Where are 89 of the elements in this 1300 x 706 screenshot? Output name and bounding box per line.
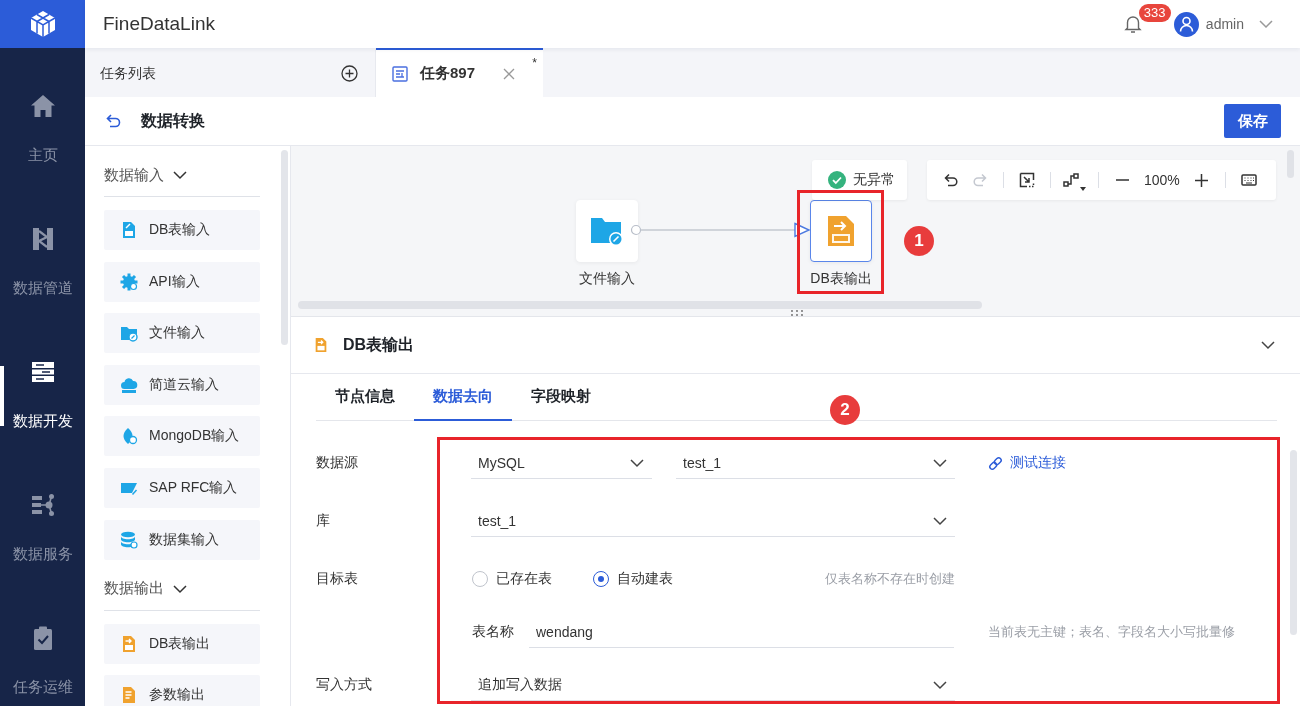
connector-icon: [1063, 172, 1079, 188]
palette-item[interactable]: 简道云输入: [104, 364, 260, 405]
home-icon: [29, 92, 56, 119]
radio-option[interactable]: 自动建表: [592, 570, 673, 588]
check-circle-icon: [828, 171, 846, 189]
document-icon: [120, 686, 138, 705]
chevron-down-icon: [933, 516, 947, 525]
field-label: 表名称: [471, 623, 515, 641]
annotation-number: 2: [830, 395, 860, 425]
field-label: 写入方式: [316, 676, 373, 694]
section-header[interactable]: 数据输入: [104, 146, 260, 197]
nav-item[interactable]: 数据管道: [0, 197, 85, 330]
nav-item[interactable]: 数据开发: [0, 330, 85, 463]
user-avatar-icon: [1173, 11, 1199, 37]
flow-node[interactable]: [810, 200, 872, 262]
scrollbar[interactable]: [281, 150, 288, 345]
scrollbar[interactable]: [298, 301, 982, 309]
field-label: 目标表: [316, 570, 359, 588]
palette-item[interactable]: DB表输入: [104, 210, 260, 250]
gear-icon: [120, 272, 138, 291]
dropdown[interactable]: MySQL: [471, 447, 652, 479]
palette-item[interactable]: DB表输出: [104, 623, 260, 664]
tab[interactable]: 节点信息: [316, 374, 414, 421]
database-document-icon: [120, 221, 138, 239]
dropdown[interactable]: test_1: [676, 447, 955, 479]
drag-handle-icon: [791, 310, 803, 316]
cube-logo-icon: [28, 10, 57, 38]
caret-icon: [1080, 187, 1086, 191]
zoom-level: 100%: [1143, 172, 1181, 188]
tab[interactable]: 数据去向: [414, 374, 512, 421]
node-label: DB表输出: [810, 270, 872, 288]
panel-title: DB表输出: [343, 334, 415, 355]
plus-icon: [1195, 173, 1209, 187]
annotation-number: 1: [904, 226, 934, 256]
test-connection-link[interactable]: 测试连接: [988, 454, 1066, 472]
section-header[interactable]: 数据输出: [104, 559, 260, 611]
chevron-down-icon: [933, 680, 947, 689]
user-menu[interactable]: admin: [1173, 11, 1273, 37]
document-arrow-icon: [313, 337, 329, 353]
notification-count: 333: [1138, 4, 1171, 22]
field-label: 数据源: [316, 454, 359, 472]
app-title: FineDataLink: [103, 13, 215, 35]
bell-icon[interactable]: [1122, 14, 1143, 34]
palette-item[interactable]: API输入: [104, 261, 260, 302]
minus-icon: [1115, 179, 1129, 181]
document-arrow-icon: [120, 634, 138, 653]
hint-text: 仅表名称不存在时创建: [825, 570, 955, 588]
palette-item[interactable]: 参数输出: [104, 675, 260, 706]
palette-item[interactable]: SAP RFC输入: [104, 467, 260, 508]
dropdown[interactable]: test_1: [471, 505, 955, 537]
keyboard-icon: [1240, 172, 1257, 188]
palette-item[interactable]: 文件输入: [104, 313, 260, 354]
cloud-icon: [120, 375, 138, 394]
palette-item[interactable]: MongoDB输入: [104, 416, 260, 457]
nav-item[interactable]: 数据服务: [0, 463, 85, 596]
chevron-down-icon[interactable]: [1261, 341, 1275, 349]
link-icon: [988, 455, 1003, 471]
palette-item[interactable]: 数据集输入: [104, 519, 260, 560]
add-icon[interactable]: [341, 65, 358, 82]
chevron-down-icon: [933, 458, 947, 467]
chevron-down-icon: [630, 458, 644, 467]
fit-screen-icon: [1019, 172, 1035, 188]
undo-icon: [943, 172, 959, 188]
tab[interactable]: 任务897 *: [376, 48, 543, 97]
status-text: 无异常: [853, 171, 895, 189]
chevron-down-icon: [1259, 20, 1273, 28]
node-label: 文件输入: [579, 270, 635, 288]
folder-icon: [590, 215, 624, 247]
page-title: 数据转换: [141, 110, 205, 131]
save-button[interactable]: 保存: [1224, 104, 1281, 138]
share-nodes-icon: [29, 491, 56, 518]
unsaved-mark: *: [532, 56, 537, 70]
close-icon[interactable]: [503, 67, 516, 80]
active-indicator: [0, 366, 4, 426]
dropdown[interactable]: 追加写入数据: [471, 669, 955, 701]
folder-icon: [120, 324, 138, 343]
document-icon: [392, 65, 408, 82]
field-label: 库: [316, 512, 331, 530]
nav-item[interactable]: 主页: [0, 64, 85, 197]
redo-icon: [972, 172, 988, 188]
back-icon[interactable]: [105, 113, 122, 129]
text-field[interactable]: wendang: [529, 616, 954, 648]
hint-text: 当前表无主键；表名、字段名大小写批量修: [988, 623, 1235, 641]
database-icon: [120, 530, 138, 549]
radio-option[interactable]: 已存在表: [471, 570, 552, 588]
document-arrow-icon: [826, 215, 856, 247]
nav-item[interactable]: 任务运维: [0, 596, 85, 706]
tab[interactable]: 字段映射: [512, 374, 610, 421]
scrollbar[interactable]: [1290, 450, 1297, 635]
